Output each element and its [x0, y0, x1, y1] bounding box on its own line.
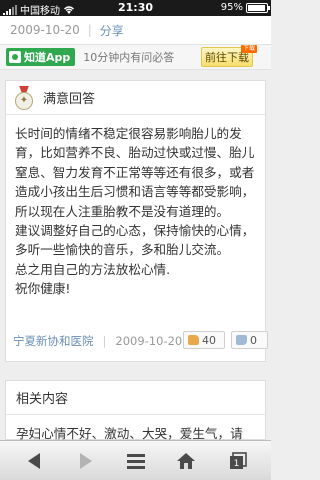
answer-footer: 宁夏新协和医院 | 2009-10-20 40 0 — [13, 331, 268, 351]
answer-author[interactable]: 宁夏新协和医院 — [13, 333, 94, 349]
medal-icon: ✦ — [14, 85, 34, 110]
best-answer-card: ✦ 满意回答 长时间的情绪不稳定很容易影响胎儿的发育，比如营养不良、胎动过快或过… — [5, 80, 268, 362]
answer-content: 长时间的情绪不稳定很容易影响胎儿的发育，比如营养不良、胎动过快或过慢、胎儿窒息、… — [6, 115, 265, 299]
like-button[interactable]: 40 — [183, 331, 225, 349]
question-date: 2009-10-20 — [10, 23, 80, 37]
menu-button[interactable] — [124, 449, 148, 473]
answer-paragraph: 总之用自己的方法放松心情. — [15, 261, 171, 277]
back-icon — [28, 453, 40, 469]
answer-date: 2009-10-20 — [115, 334, 183, 348]
dislike-count: 0 — [250, 333, 257, 347]
share-link[interactable]: 分享 — [100, 22, 124, 39]
footer-separator: | — [102, 334, 107, 348]
related-card: 相关内容 孕妇心情不好、激动、大哭，爱生气，请 — [5, 380, 266, 441]
answer-paragraph: 建议调整好自己的心态，保持愉快的心情，多听一些愉快的音乐，多和胎儿交流。 — [15, 223, 255, 258]
thumbs-down-icon — [236, 335, 247, 345]
status-bar-right: 95% — [220, 2, 270, 13]
meta-separator: | — [87, 23, 92, 37]
answer-paragraph: 祝你健康! — [15, 281, 71, 297]
forward-button[interactable] — [74, 449, 98, 473]
related-header: 相关内容 — [6, 381, 265, 415]
browser-toolbar: 1 — [0, 440, 271, 480]
answer-paragraph: 长时间的情绪不稳定很容易影响胎儿的发育，比如营养不良、胎动过快或过慢、胎儿窒息、… — [15, 126, 255, 219]
answer-header: ✦ 满意回答 — [6, 81, 265, 115]
menu-icon — [127, 454, 145, 469]
zhidao-app-icon — [9, 51, 21, 63]
tabs-icon: 1 — [230, 452, 247, 469]
like-count: 40 — [202, 333, 216, 347]
dislike-button[interactable]: 0 — [231, 331, 268, 349]
promo-text: 10分钟内有问必答 — [83, 51, 175, 64]
app-badge[interactable]: 知道App — [6, 48, 76, 66]
home-icon — [177, 453, 195, 469]
thumbs-up-icon — [188, 335, 199, 345]
app-promo-bar: 知道App 10分钟内有问必答 前往下载 下载 — [0, 44, 271, 70]
download-tag: 下载 — [240, 45, 257, 53]
battery-icon — [246, 2, 270, 13]
tabs-count: 1 — [234, 459, 240, 469]
status-bar: 中国移动 21:30 95% — [0, 0, 271, 17]
answer-title: 满意回答 — [43, 92, 96, 107]
home-button[interactable] — [174, 449, 198, 473]
battery-percent: 95% — [220, 2, 243, 13]
back-button[interactable] — [22, 449, 46, 473]
question-meta-row: 2009-10-20 | 分享 — [0, 16, 271, 44]
tabs-button[interactable]: 1 — [226, 449, 250, 473]
forward-icon — [80, 453, 92, 469]
app-badge-label: 知道App — [24, 51, 71, 64]
